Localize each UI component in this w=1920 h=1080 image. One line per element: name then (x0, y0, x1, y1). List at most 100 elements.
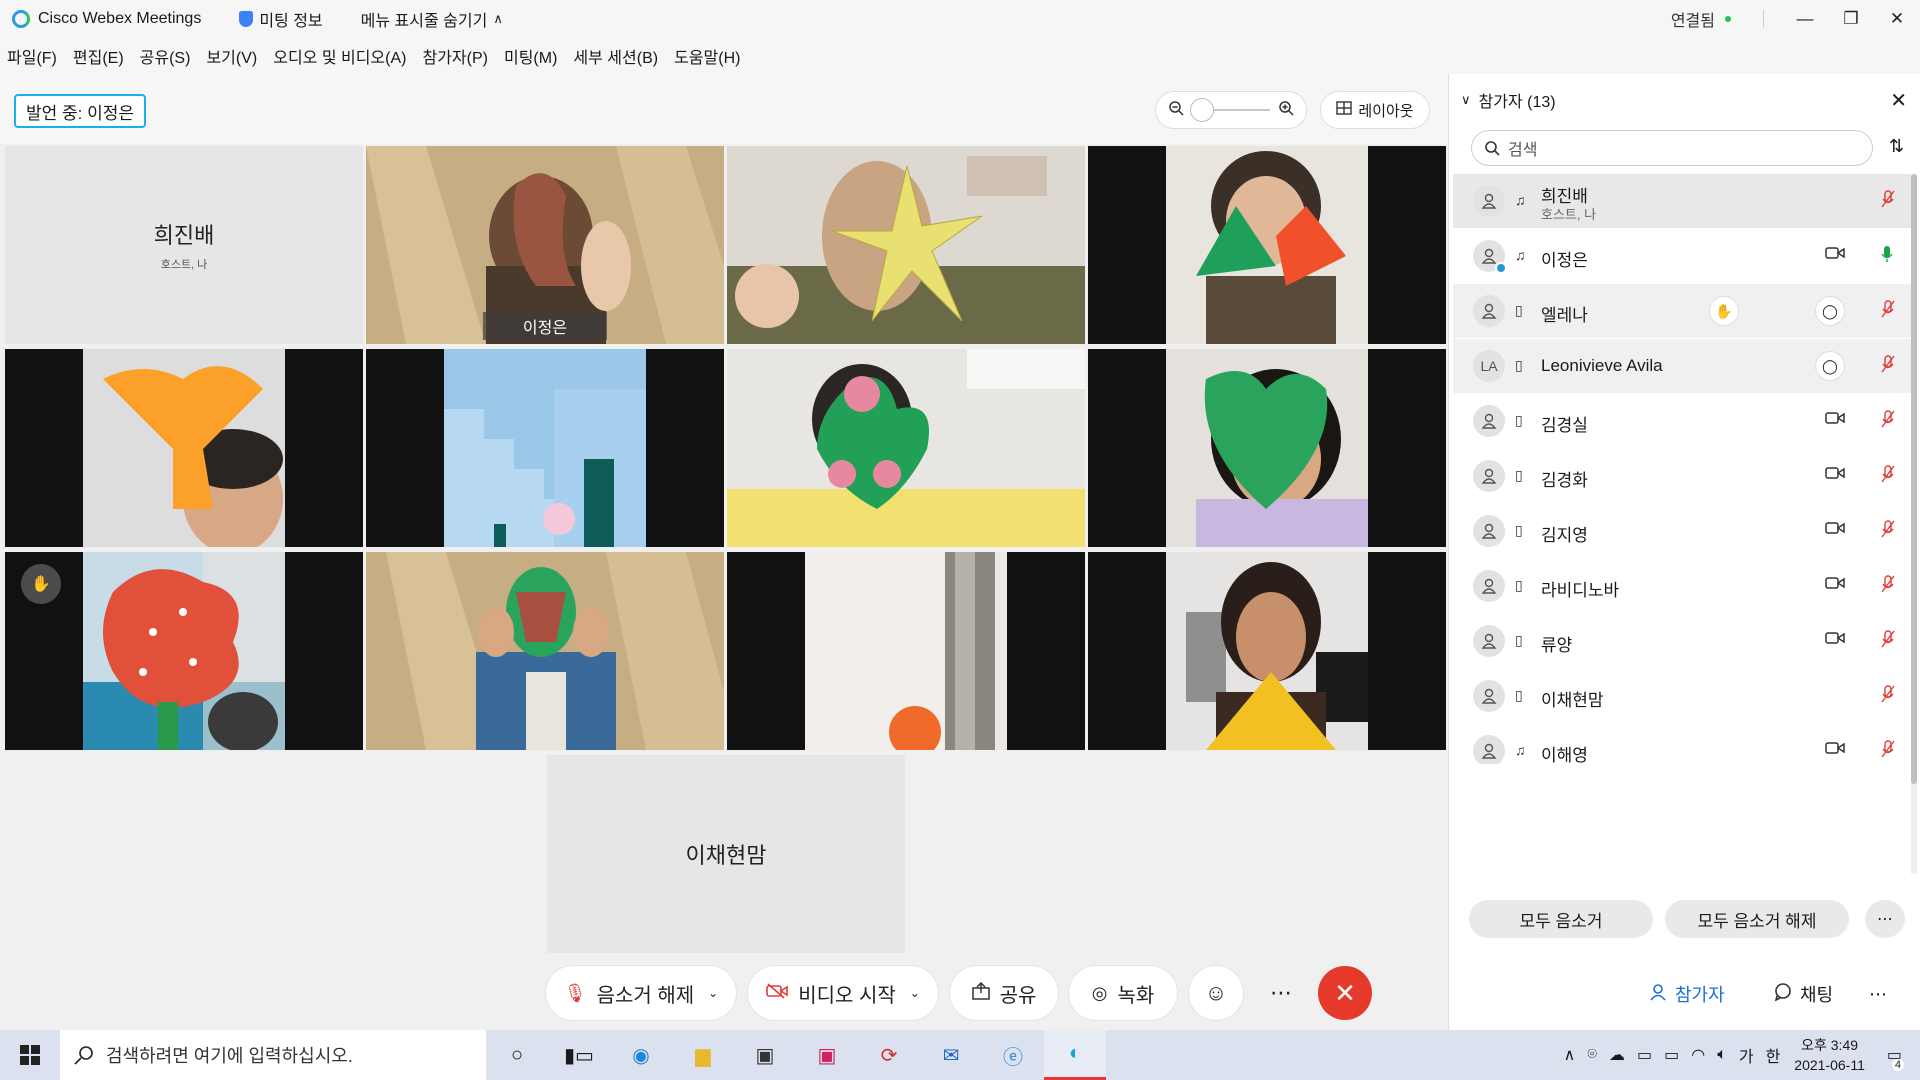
close-panel-button[interactable]: ✕ (1890, 88, 1907, 113)
participant-row[interactable]: ♫ 이정은 (1453, 229, 1915, 283)
battery-icon[interactable]: ▭ (1664, 1045, 1679, 1065)
video-tile-host[interactable]: 희진배 호스트, 나 (5, 146, 363, 344)
video-tile-active-speaker[interactable]: 이정은 (366, 146, 724, 344)
task-view-button[interactable]: ▮▭ (548, 1030, 610, 1080)
menu-help[interactable]: 도움말(H) (674, 44, 740, 68)
monitor-icon[interactable]: ▭ (1637, 1045, 1652, 1065)
menu-share[interactable]: 공유(S) (140, 44, 191, 68)
mute-all-button[interactable]: 모두 음소거 (1469, 900, 1653, 938)
taskbar-search[interactable]: 검색하려면 여기에 입력하십시오. (60, 1030, 486, 1080)
menu-breakout[interactable]: 세부 세션(B) (573, 44, 658, 68)
wifi-icon[interactable]: ◠ (1691, 1045, 1705, 1065)
webcam-icon[interactable]: ⌾ (1587, 1046, 1597, 1064)
video-tile[interactable] (366, 552, 724, 750)
raised-hand-icon[interactable]: ✋ (1709, 296, 1739, 326)
video-tile[interactable] (727, 552, 1085, 750)
menu-view[interactable]: 보기(V) (206, 44, 257, 68)
chevron-up-icon[interactable]: ∧ (1564, 1045, 1576, 1065)
start-video-button[interactable]: 비디오 시작 ⌄ (748, 966, 938, 1020)
tabs-more-button[interactable]: ⋯ (1869, 972, 1887, 1016)
video-tile[interactable]: ✋ (5, 552, 363, 750)
zoom-slider[interactable] (1190, 98, 1270, 122)
chevron-down-icon[interactable]: ⌄ (910, 986, 920, 1000)
cloud-icon[interactable]: ☁ (1609, 1045, 1625, 1065)
mic-muted-icon[interactable] (1881, 630, 1895, 653)
video-tile[interactable] (1088, 552, 1446, 750)
taskbar-search-input[interactable]: 검색하려면 여기에 입력하십시오. (106, 1042, 353, 1068)
participant-row[interactable]: LA ▯ Leonivieve Avila ◯ (1453, 339, 1915, 393)
chat-icon[interactable]: ◯ (1815, 351, 1845, 381)
taskbar-app-edge[interactable]: ◉ (610, 1030, 672, 1080)
volume-icon[interactable]: 🔈︎ (1717, 1046, 1727, 1064)
chevron-down-icon[interactable]: ∨ (1461, 92, 1471, 108)
close-window-button[interactable]: ✕ (1874, 0, 1920, 38)
zoom-slider-handle[interactable] (1190, 98, 1214, 122)
mic-muted-icon[interactable] (1881, 190, 1895, 213)
restore-button[interactable]: ❐ (1828, 0, 1874, 38)
menu-meeting[interactable]: 미팅(M) (504, 44, 557, 68)
cortana-button[interactable]: ○ (486, 1030, 548, 1080)
taskbar-app-store[interactable]: ▣ (734, 1030, 796, 1080)
start-button[interactable] (0, 1030, 60, 1080)
share-button[interactable]: 공유 (950, 966, 1058, 1020)
meeting-info-button[interactable]: 미팅 정보 (227, 0, 334, 38)
more-options-button[interactable]: ⋯ (1254, 966, 1308, 1020)
unmute-button[interactable]: 🎙︎ 음소거 해제 ⌄ (546, 966, 736, 1020)
video-tile[interactable] (727, 349, 1085, 547)
minimize-button[interactable]: — (1782, 0, 1828, 38)
chevron-down-icon[interactable]: ⌄ (708, 986, 718, 1000)
video-tile[interactable] (727, 146, 1085, 344)
participant-row[interactable]: ♫ 이해영 (1453, 724, 1915, 764)
video-tile[interactable] (5, 349, 363, 547)
participant-row[interactable]: ▯ 이채현맘 (1453, 669, 1915, 723)
mic-muted-icon[interactable] (1881, 575, 1895, 598)
mic-muted-icon[interactable] (1881, 740, 1895, 763)
participant-row[interactable]: ▯ 김경화 (1453, 449, 1915, 503)
mic-muted-icon[interactable] (1881, 685, 1895, 708)
unmute-all-button[interactable]: 모두 음소거 해제 (1665, 900, 1849, 938)
video-tile[interactable] (1088, 349, 1446, 547)
taskbar-app-office[interactable]: ▣ (796, 1030, 858, 1080)
video-tile-audio-only[interactable]: 이채현맘 (547, 755, 905, 953)
clock[interactable]: 오후 3:49 2021-06-11 (1794, 1035, 1865, 1075)
panel-more-button[interactable]: ⋯ (1865, 900, 1905, 938)
participant-search[interactable]: 검색 (1471, 130, 1873, 166)
menu-participants[interactable]: 참가자(P) (422, 44, 488, 68)
mic-muted-icon[interactable] (1881, 355, 1895, 378)
search-input[interactable]: 검색 (1508, 136, 1537, 160)
hide-menu-button[interactable]: 메뉴 표시줄 숨기기 ∧ (349, 0, 515, 38)
notification-icon[interactable]: ▭ 4 (1887, 1045, 1904, 1071)
taskbar-app-sync[interactable]: ⟳ (858, 1030, 920, 1080)
end-meeting-button[interactable]: ✕ (1318, 966, 1372, 1020)
tab-chat[interactable]: 채팅 (1774, 972, 1833, 1016)
participant-row[interactable]: ♫ 희진배 호스트, 나 (1453, 174, 1915, 228)
mic-muted-icon[interactable] (1881, 410, 1895, 433)
ime-mode[interactable]: 한 (1766, 1043, 1781, 1067)
participant-row[interactable]: ▯ 라비디노바 (1453, 559, 1915, 613)
mic-muted-icon[interactable] (1881, 300, 1895, 323)
menu-edit[interactable]: 편집(E) (73, 44, 124, 68)
layout-button[interactable]: 레이아웃 (1320, 91, 1430, 129)
taskbar-app-webex[interactable]: ◐ (1044, 1030, 1106, 1080)
tab-participants[interactable]: 참가자 (1649, 972, 1725, 1016)
mic-muted-icon[interactable] (1881, 520, 1895, 543)
participant-row[interactable]: ▯ 김경실 (1453, 394, 1915, 448)
mic-on-icon[interactable] (1881, 245, 1893, 268)
video-tile[interactable] (366, 349, 724, 547)
mic-muted-icon[interactable] (1881, 465, 1895, 488)
participant-row[interactable]: ▯ 류양 (1453, 614, 1915, 668)
active-speaker-indicator[interactable]: 발언 중: 이정은 (14, 94, 147, 128)
zoom-out-icon[interactable] (1168, 100, 1184, 121)
video-tile[interactable] (1088, 146, 1446, 344)
zoom-in-icon[interactable] (1278, 100, 1294, 121)
taskbar-app-ie[interactable]: ⓔ (982, 1030, 1044, 1080)
taskbar-app-explorer[interactable]: ▆ (672, 1030, 734, 1080)
sort-icon[interactable]: ⇅ (1889, 136, 1904, 157)
menu-file[interactable]: 파일(F) (7, 44, 57, 68)
scrollbar-thumb[interactable] (1911, 174, 1917, 784)
participant-row[interactable]: ▯ 김지영 (1453, 504, 1915, 558)
participant-list-scrollbar[interactable] (1911, 174, 1917, 874)
chat-icon[interactable]: ◯ (1815, 296, 1845, 326)
taskbar-app-mail[interactable]: ✉ (920, 1030, 982, 1080)
menu-audio-video[interactable]: 오디오 및 비디오(A) (273, 44, 406, 68)
